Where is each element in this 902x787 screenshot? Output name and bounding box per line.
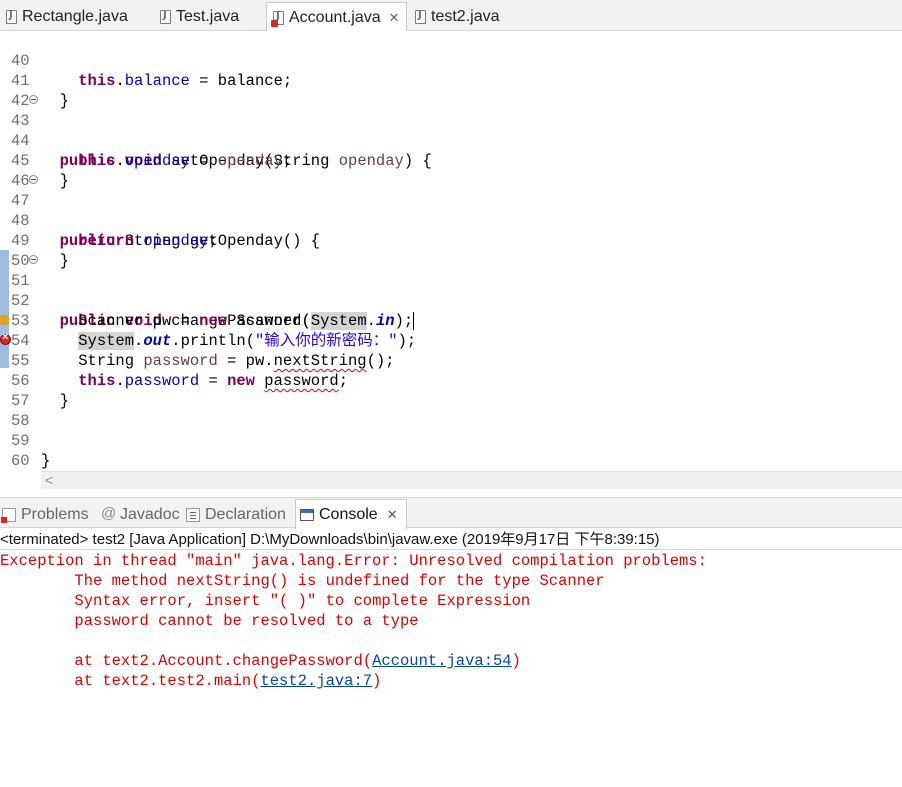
console-status: <terminated> test2 [Java Application] D:…	[0, 530, 902, 550]
console-line: password cannot be resolved to a type	[0, 612, 419, 630]
code-line: 53 System.out.println("输入你的新密码：");	[11, 312, 417, 350]
tab-label: test2.java	[431, 8, 500, 25]
console-icon	[300, 508, 314, 521]
declaration-icon	[186, 508, 200, 522]
code-line: 43 public void setOpenday(String openday…	[0, 91, 902, 170]
code-line: 59 }	[0, 411, 902, 470]
tab-account-java[interactable]: Account.java ✕	[266, 2, 407, 32]
trace-text: )	[511, 652, 521, 670]
tab-label: Console	[319, 505, 378, 523]
java-file-icon	[415, 10, 426, 24]
code-line: 58	[0, 391, 902, 430]
code-line: 56 }	[0, 351, 902, 410]
stack-trace-line: at text2.test2.main(test2.java:7)	[0, 671, 902, 691]
code-line: 44 this.openday = openday;	[11, 132, 293, 170]
code-line: 47 public String getOpenday() {	[0, 171, 902, 250]
code-line: 45 }	[0, 131, 902, 190]
code-line: 49 }	[0, 211, 902, 270]
console-output[interactable]: Exception in thread "main" java.lang.Err…	[0, 551, 902, 691]
code-line: 51 public void changePassword() {	[0, 251, 902, 330]
scroll-left-icon[interactable]: <	[45, 472, 53, 488]
tab-console[interactable]: Console ✕	[295, 499, 407, 529]
problems-icon	[1, 508, 16, 523]
tab-label: Javadoc	[120, 506, 180, 523]
code-line: 52 Scanner pw = new Scanner(System.in);	[11, 292, 415, 330]
tab-label: Rectangle.java	[22, 8, 128, 25]
code-line: 48 return openday;	[11, 212, 218, 250]
code-line: 54 String password = pw.nextString();	[11, 332, 395, 370]
javadoc-icon	[101, 505, 116, 522]
tab-label: Account.java	[289, 8, 381, 26]
fold-toggle-icon[interactable]	[29, 95, 38, 104]
code-line: 60	[0, 431, 902, 470]
trace-text: )	[372, 672, 382, 690]
close-icon[interactable]: ✕	[389, 10, 400, 26]
fold-toggle-icon[interactable]	[29, 255, 38, 264]
code-line: 57	[0, 371, 902, 410]
tab-rectangle-java[interactable]: Rectangle.java	[6, 3, 128, 31]
code-editor[interactable]: 40 this.balance = balance; 41 } 42 43 pu…	[0, 31, 902, 471]
tab-label: Problems	[21, 506, 89, 523]
trace-text: at text2.test2.main(	[0, 672, 261, 690]
console-line: The method nextString() is undefined for…	[0, 572, 605, 590]
horizontal-scrollbar[interactable]: <	[41, 471, 902, 489]
tab-declaration[interactable]: Declaration	[186, 502, 286, 528]
tab-label: Test.java	[176, 8, 240, 25]
tab-label: Declaration	[205, 506, 286, 523]
source-link[interactable]: Account.java:54	[372, 652, 512, 670]
panel-tab-bar: Problems Javadoc Declaration Console ✕	[0, 497, 902, 529]
stack-trace-line: at text2.Account.changePassword(Account.…	[0, 651, 902, 671]
tab-javadoc[interactable]: Javadoc	[101, 502, 180, 528]
java-file-icon	[160, 10, 171, 24]
tab-test2-java[interactable]: test2.java	[415, 3, 499, 31]
close-icon[interactable]: ✕	[387, 507, 398, 523]
code-line: 41 }	[0, 51, 902, 110]
editor-tab-bar: Rectangle.java Test.java Account.java ✕ …	[0, 0, 902, 32]
code-line: 61	[0, 451, 902, 471]
code-line: 46	[0, 151, 902, 190]
code-line: 50	[0, 231, 902, 270]
console-line: Exception in thread "main" java.lang.Err…	[0, 552, 717, 570]
source-link[interactable]: test2.java:7	[260, 672, 372, 690]
java-file-icon	[6, 10, 17, 24]
code-line: 40 this.balance = balance;	[11, 52, 293, 90]
fold-toggle-icon[interactable]	[29, 175, 38, 184]
tab-test-java[interactable]: Test.java	[160, 3, 239, 31]
code-line: 55 this.password = new password;	[11, 352, 349, 390]
code-line: 42	[0, 71, 902, 110]
tab-problems[interactable]: Problems	[1, 502, 89, 528]
console-line: Syntax error, insert "( )" to complete E…	[0, 592, 531, 610]
trace-text: at text2.Account.changePassword(	[0, 652, 373, 670]
java-file-error-icon	[271, 10, 284, 27]
